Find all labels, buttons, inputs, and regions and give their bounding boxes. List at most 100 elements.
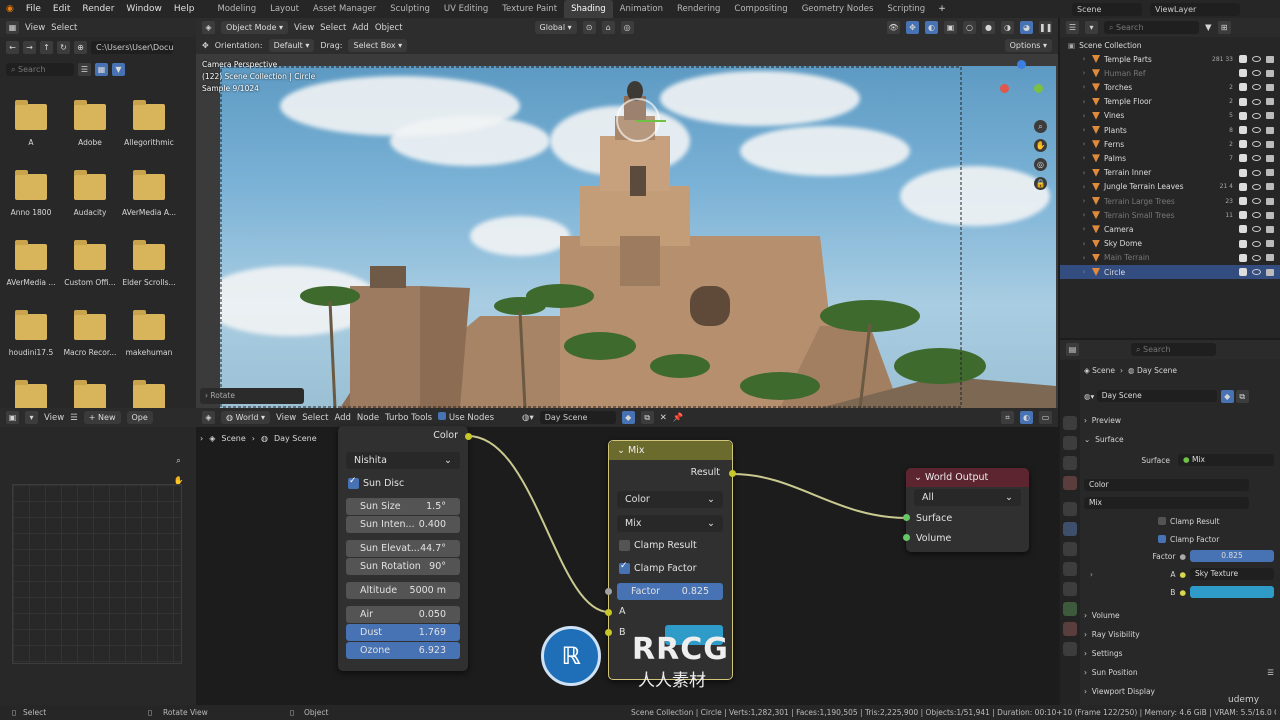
expand-arrow-icon[interactable]: › [1078,211,1090,219]
expand-arrow-icon[interactable]: › [1078,83,1090,91]
factor-slider[interactable]: 0.825 [1190,550,1274,562]
folder-item[interactable]: Elder Scrolls... [121,240,177,287]
color-output-socket[interactable] [465,433,472,440]
tab-scripting[interactable]: Scripting [880,0,932,18]
physics-tab-icon[interactable] [1063,562,1077,576]
search-input[interactable]: ⌕ Search [6,63,74,76]
sky-param-field[interactable]: Dust 1.769 [346,624,460,641]
last-operator-panel[interactable]: › Rotate [200,388,304,404]
render-camera-icon[interactable] [1266,240,1274,248]
panel-ray-visibility[interactable]: › Ray Visibility [1084,627,1274,641]
overlays-icon[interactable]: ◐ [925,21,938,34]
new-collection-icon[interactable]: ⊞ [1217,21,1231,34]
back-icon[interactable]: ← [6,41,19,54]
expand-arrow-icon[interactable]: › [1078,197,1090,205]
texture-tab-icon[interactable] [1063,642,1077,656]
exclude-checkbox[interactable] [1239,239,1247,248]
render-camera-icon[interactable] [1266,140,1274,148]
b-input-socket[interactable] [605,629,612,636]
material-shading-icon[interactable]: ◑ [1001,21,1014,34]
mix-node-header[interactable]: ⌄ Mix [609,441,732,460]
rendered-view[interactable] [220,66,1056,408]
expand-arrow-icon[interactable]: › [1078,140,1090,148]
menu-window[interactable]: Window [120,4,168,14]
factor-slider[interactable]: Factor 0.825 [617,583,723,600]
eye-icon[interactable] [1252,112,1261,119]
camera-view-icon[interactable]: ◎ [1034,158,1047,171]
new-folder-icon[interactable]: ⊕ [74,41,87,54]
exclude-checkbox[interactable] [1239,225,1247,234]
navigation-gizmo[interactable] [996,60,1046,110]
data-tab-icon[interactable] [1063,602,1077,616]
sky-param-field[interactable]: Ozone 6.923 [346,642,460,659]
exclude-checkbox[interactable] [1239,253,1247,262]
exclude-checkbox[interactable] [1239,211,1247,220]
outliner-row[interactable]: › Terrain Large Trees 23 [1060,194,1280,208]
expand-arrow-icon[interactable]: › [1078,126,1090,134]
exclude-checkbox[interactable] [1239,83,1247,92]
exclude-checkbox[interactable] [1239,111,1247,120]
expand-arrow-icon[interactable]: › [1078,69,1090,77]
forward-icon[interactable]: → [23,41,36,54]
editor-type-icon[interactable]: ◈ [202,21,215,34]
add-workspace-icon[interactable]: + [932,4,952,14]
folder-item[interactable]: Adobe [62,100,118,147]
eye-icon[interactable] [1252,155,1261,162]
pan-hand-icon[interactable]: ✋ [1034,139,1047,152]
world-output-node[interactable]: ⌄ World Output All ⌄ Surface Volume [906,468,1029,552]
outliner-row[interactable]: › Vines 5 [1060,109,1280,123]
outliner-row[interactable]: › Camera [1060,222,1280,236]
expand-arrow-icon[interactable]: › [1078,240,1090,248]
proportional-edit-icon[interactable]: ◎ [620,21,634,34]
path-field[interactable]: C:\Users\User\Docu... [91,41,173,54]
eye-icon[interactable] [1252,183,1261,190]
render-camera-icon[interactable] [1266,211,1274,219]
move-tool-icon[interactable]: ✥ [202,41,209,50]
drag-dropdown[interactable]: Select Box ▾ [348,39,408,52]
render-camera-icon[interactable] [1266,55,1274,63]
tab-texture-paint[interactable]: Texture Paint [495,0,564,18]
menu-view[interactable]: View [25,23,45,33]
folder-item[interactable]: Anno 1800 [3,170,59,217]
render-camera-icon[interactable] [1266,169,1274,177]
folder-item[interactable] [3,380,59,410]
sun-disc-checkbox[interactable]: Sun Disc [348,476,404,489]
surface-input-socket[interactable] [903,514,910,521]
eye-icon[interactable] [1252,212,1261,219]
result-output-socket[interactable] [729,470,736,477]
render-camera-icon[interactable] [1266,126,1274,134]
menu-select[interactable]: Select [320,23,346,33]
render-camera-icon[interactable] [1266,154,1274,162]
outliner-row[interactable]: › Jungle Terrain Leaves 21 4 [1060,180,1280,194]
panel-sun-position[interactable]: › Sun Position ☰ [1084,665,1274,679]
sky-param-field[interactable]: Sun Size 1.5° [346,498,460,515]
folder-item[interactable]: AVerMedia A... [121,170,177,217]
sky-type-dropdown[interactable]: Nishita ⌄ [346,452,460,469]
zoom-icon[interactable]: ⌕ [1034,120,1047,133]
expand-arrow-icon[interactable]: › [1078,225,1090,233]
outliner-row[interactable]: › Circle [1060,265,1280,279]
color-mode-dropdown[interactable]: Color [1084,479,1249,491]
eye-icon[interactable] [1252,269,1261,275]
eye-icon[interactable] [1252,56,1261,62]
exclude-checkbox[interactable] [1239,55,1247,63]
outliner-row[interactable]: › Plants 8 [1060,123,1280,137]
modifier-tab-icon[interactable] [1063,522,1077,536]
eye-icon[interactable] [1252,98,1261,105]
outliner-row[interactable]: › Torches 2 [1060,80,1280,94]
outliner-row[interactable]: › Human Ref [1060,66,1280,80]
xray-icon[interactable]: ▣ [944,21,957,34]
panel-surface[interactable]: ⌄ Surface [1084,432,1274,446]
gizmo-y-axis[interactable] [636,120,666,122]
folder-item[interactable]: Audacity [62,170,118,217]
menu-icon[interactable]: ☰ [70,413,78,423]
gizmo-icon[interactable]: ✥ [906,21,919,34]
expand-arrow-icon[interactable]: › [1078,183,1090,191]
scene-collection-row[interactable]: ▣ Scene Collection [1060,38,1280,52]
tab-layout[interactable]: Layout [263,0,306,18]
factor-input-socket[interactable] [605,588,612,595]
tab-compositing[interactable]: Compositing [727,0,794,18]
transform-orientation-selector[interactable]: Global ▾ [534,21,577,34]
tab-rendering[interactable]: Rendering [670,0,727,18]
tab-shading[interactable]: Shading [564,0,613,18]
